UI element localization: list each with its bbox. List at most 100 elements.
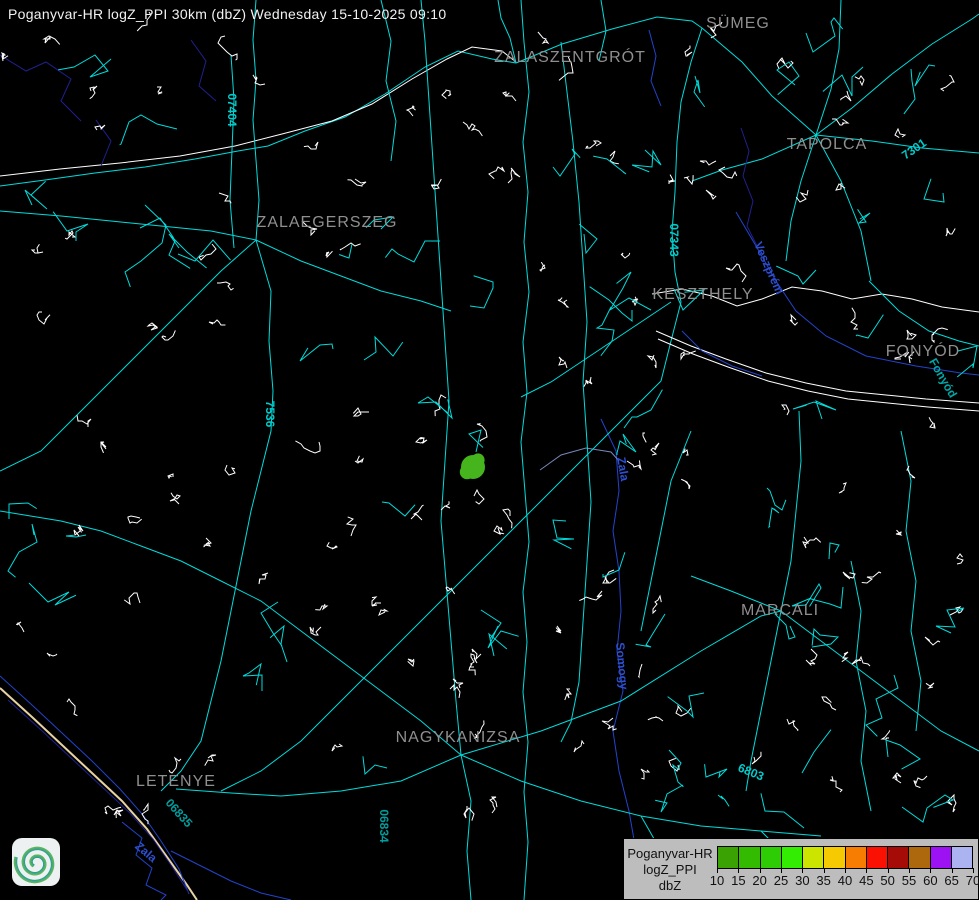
village-outline [494, 526, 504, 534]
minor-road-line [363, 756, 387, 774]
village-outline [503, 92, 516, 101]
minor-road-line [603, 552, 625, 577]
village-outline [204, 538, 211, 547]
village-outline [477, 423, 487, 441]
legend-tick-value: 70 [966, 873, 979, 888]
city-label-marcali: MARCALI [741, 602, 819, 620]
village-outline [431, 179, 441, 189]
map-feature-line [816, 14, 979, 135]
map-feature-line [0, 47, 516, 176]
legend-tick-value: 60 [923, 873, 937, 888]
village-outline [893, 773, 901, 783]
village-outline [47, 653, 57, 656]
legend-swatch-15 [739, 847, 760, 868]
village-outline [474, 490, 484, 504]
legend-swatch-30 [803, 847, 824, 868]
village-outline [205, 755, 216, 766]
village-outline [579, 591, 602, 601]
village-outline [586, 141, 601, 148]
village-outline [90, 86, 97, 99]
radar-legend: Poganyvar-HR logZ_PPI dbZ 10152025303540… [623, 838, 979, 900]
village-outline [641, 769, 649, 779]
minor-road-line [382, 502, 415, 516]
village-outline [676, 706, 691, 716]
legend-product-name: Poganyvar-HR [626, 846, 714, 862]
village-outline [643, 433, 646, 442]
village-outline [946, 228, 955, 236]
minor-road-line [856, 315, 883, 338]
map-feature-line [0, 51, 516, 186]
minor-road-line [120, 115, 177, 145]
minor-road-line [806, 18, 843, 52]
village-outline [914, 776, 927, 788]
village-outline [803, 537, 821, 548]
map-feature-line [461, 755, 821, 836]
village-outline [822, 697, 836, 710]
village-outline [355, 456, 363, 463]
village-outline [896, 530, 901, 535]
minor-road-line [866, 675, 898, 736]
village-outline [442, 90, 451, 99]
legend-tick-value: 20 [752, 873, 766, 888]
village-outline [895, 129, 905, 138]
city-label-fonyód: FONYÓD [886, 343, 960, 361]
minor-road-line [767, 488, 786, 510]
minor-road-line [632, 150, 661, 172]
village-outline [503, 509, 512, 528]
village-outline [295, 441, 320, 453]
minor-road-line [243, 664, 262, 691]
minor-road-line [858, 209, 870, 223]
village-outline [65, 231, 75, 239]
legend-tick-value: 15 [731, 873, 745, 888]
village-outline [326, 251, 332, 257]
minor-road-line [924, 179, 944, 202]
village-outline [77, 415, 91, 427]
road-label-07343: 07343 [667, 223, 681, 256]
village-outline [700, 161, 716, 165]
village-outline [489, 167, 504, 179]
village-outline [852, 657, 870, 666]
map-feature-line [521, 0, 529, 900]
legend-header: Poganyvar-HR logZ_PPI dbZ [626, 846, 714, 894]
minor-road-line [25, 181, 47, 209]
village-outline [408, 659, 414, 666]
village-outline [340, 243, 361, 250]
village-outline [170, 493, 180, 504]
map-feature-line [869, 281, 979, 346]
village-outline [157, 87, 162, 94]
minor-road-line [29, 583, 76, 605]
village-outline [653, 596, 661, 613]
map-feature-line [381, 0, 396, 161]
village-outline [882, 730, 890, 739]
city-label-sümeg: SÜMEG [706, 15, 770, 33]
legend-swatch-35 [824, 847, 845, 868]
village-outline [669, 175, 675, 184]
road-label-07404: 07404 [225, 93, 239, 126]
legend-swatch-25 [782, 847, 803, 868]
radar-viewer: Poganyvar-HR logZ_PPI 30km (dbZ) Wednesd… [0, 0, 979, 900]
minor-road-line [300, 344, 333, 361]
road-label-7536: 7536 [263, 401, 277, 428]
minor-road-line [617, 434, 636, 455]
map-feature-line [0, 211, 256, 240]
village-outline [472, 649, 481, 659]
village-outline [556, 626, 561, 633]
village-outline [851, 308, 858, 329]
village-outline [565, 689, 571, 700]
minor-road-line [470, 276, 493, 308]
minor-road-line [718, 795, 729, 806]
minor-road-line [655, 785, 683, 812]
minor-road-line [481, 610, 507, 656]
village-outline [124, 593, 140, 604]
minor-road-line [125, 205, 166, 287]
village-outline [648, 355, 656, 368]
village-outline [332, 744, 342, 751]
village-outline [638, 664, 642, 677]
minor-road-line [915, 65, 935, 86]
village-outline [957, 554, 963, 564]
minor-road-line [904, 69, 915, 114]
village-outline [372, 597, 381, 606]
minor-road-line [705, 764, 727, 777]
village-outline [217, 282, 234, 290]
city-label-tapolca: TAPOLCA [787, 136, 868, 154]
